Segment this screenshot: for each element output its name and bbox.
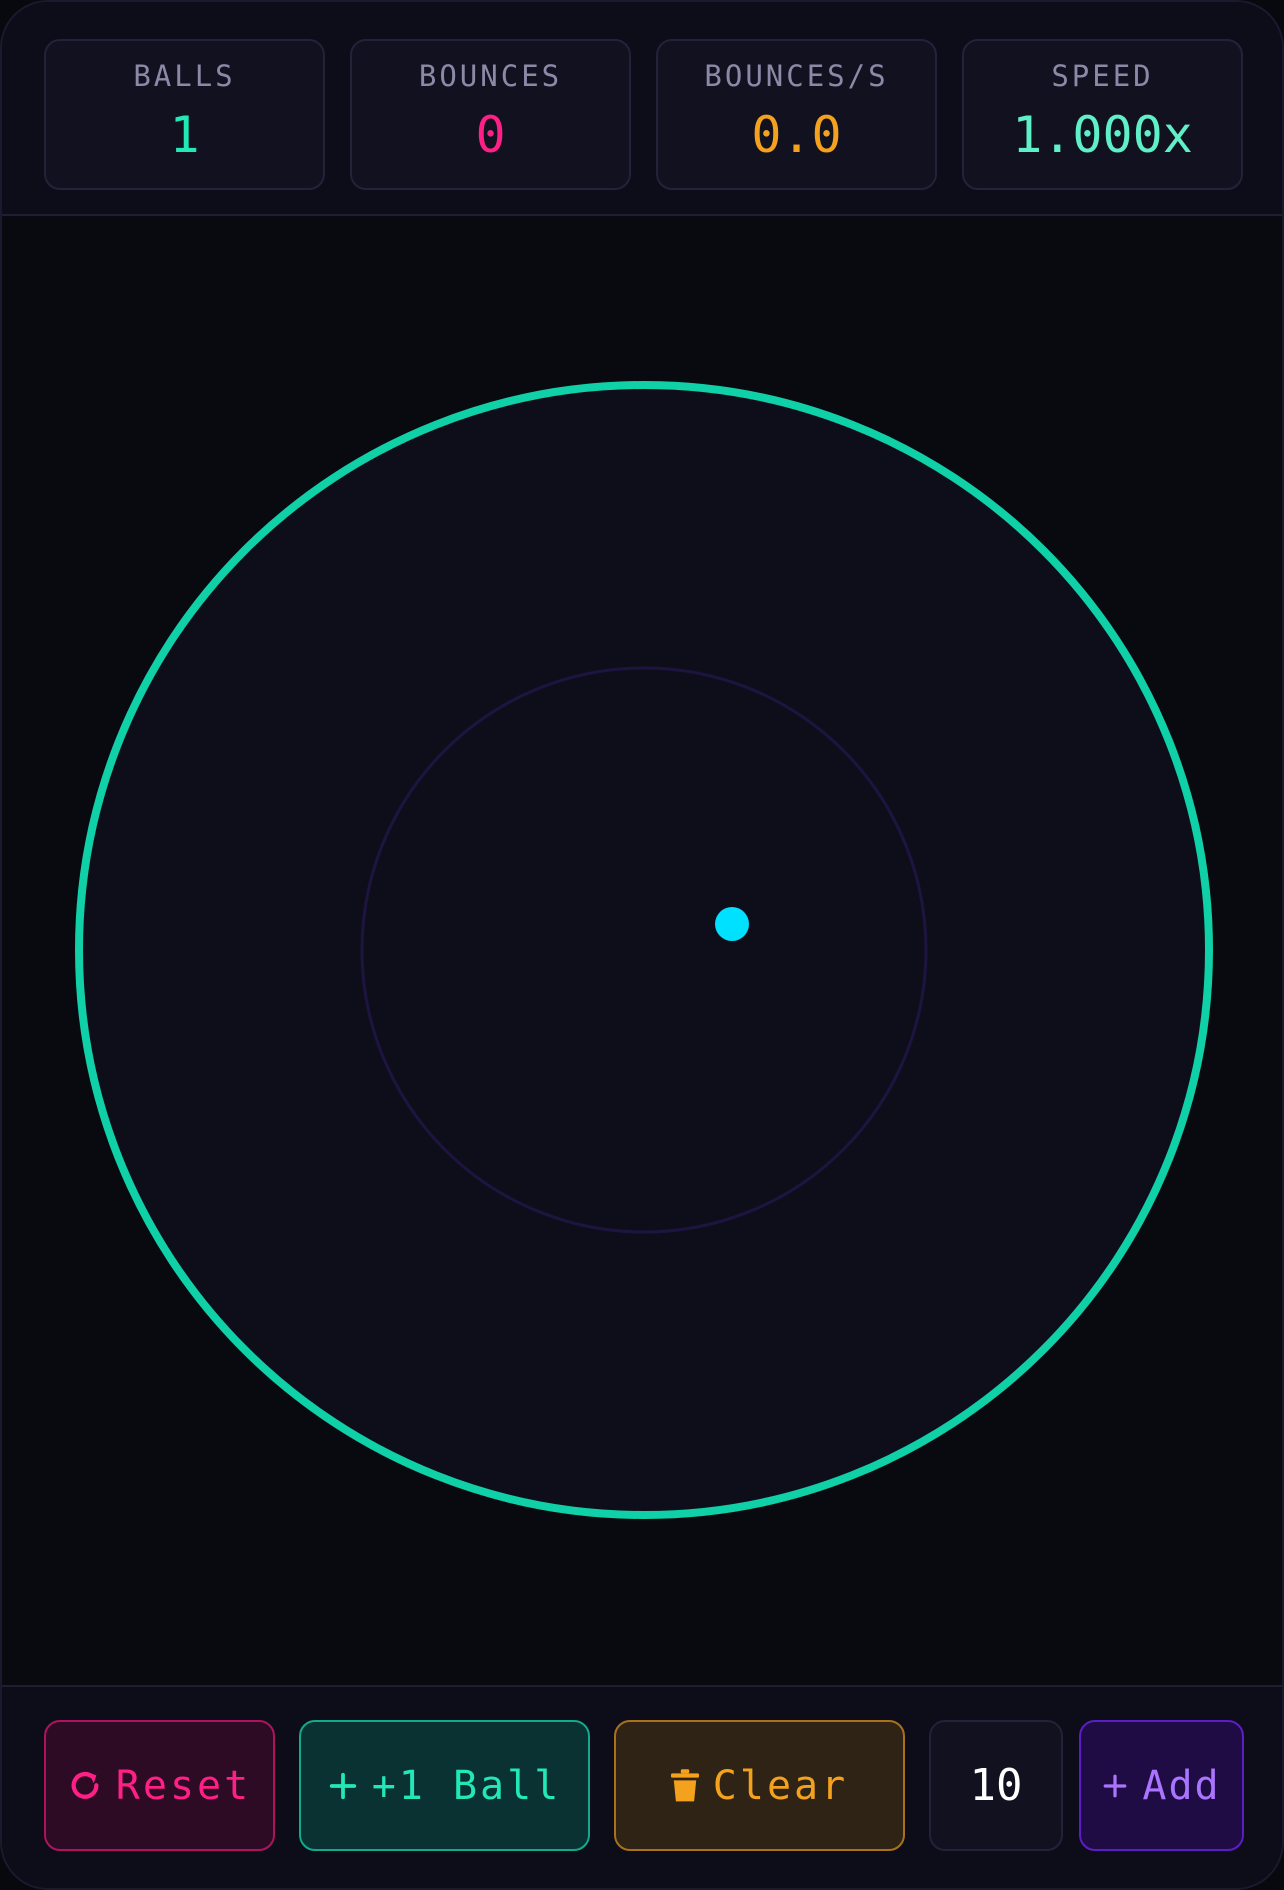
stats-bar: BALLS 1 BOUNCES 0 BOUNCES/S 0.0 SPEED 1.… [2, 2, 1282, 216]
stat-card-speed: SPEED 1.000x [962, 39, 1243, 190]
stat-card-balls: BALLS 1 [44, 39, 325, 190]
reset-button[interactable]: Reset [44, 1720, 275, 1851]
plus-icon [328, 1771, 358, 1801]
stat-value-bounces: 0 [475, 106, 506, 164]
trash-icon [670, 1768, 699, 1803]
stat-value-bounces-per-second: 0.0 [751, 106, 842, 164]
refresh-icon [68, 1769, 102, 1803]
arena-floor [79, 385, 1209, 1515]
stat-card-bounces: BOUNCES 0 [350, 39, 631, 190]
clear-button[interactable]: Clear [614, 1720, 905, 1851]
stat-label-balls: BALLS [133, 59, 236, 93]
controls-bar: Reset +1 Ball Clear 10 Add [2, 1685, 1282, 1888]
add-balls-label: Add [1142, 1762, 1221, 1809]
play-area[interactable] [2, 216, 1282, 1686]
stat-label-bounces: BOUNCES [418, 59, 563, 93]
stat-card-bounces-per-second: BOUNCES/S 0.0 [656, 39, 937, 190]
bouncing-balls-app: BALLS 1 BOUNCES 0 BOUNCES/S 0.0 SPEED 1.… [0, 0, 1284, 1890]
arena-canvas[interactable] [2, 216, 1284, 1686]
plus-icon [1102, 1773, 1128, 1799]
reset-label: Reset [115, 1762, 252, 1809]
stat-value-balls: 1 [169, 106, 200, 164]
clear-label: Clear [712, 1762, 849, 1809]
stat-label-speed: SPEED [1051, 59, 1154, 93]
add-balls-button[interactable]: Add [1079, 1720, 1244, 1851]
stat-label-bounces-per-second: BOUNCES/S [704, 59, 889, 93]
ball [715, 907, 749, 941]
add-one-ball-button[interactable]: +1 Ball [299, 1720, 590, 1851]
add-one-ball-label: +1 Ball [371, 1762, 562, 1809]
ball-count-input[interactable] [929, 1720, 1063, 1851]
stat-value-speed: 1.000x [1012, 106, 1193, 164]
